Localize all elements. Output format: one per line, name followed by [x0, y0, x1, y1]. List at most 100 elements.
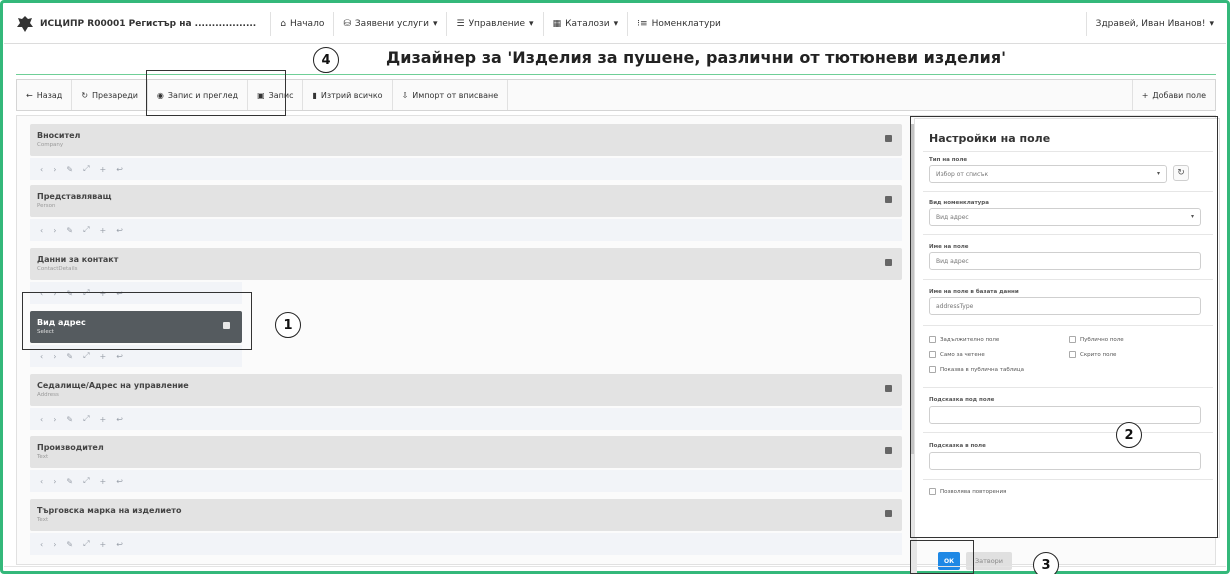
chevron-down-icon: ▾	[432, 18, 438, 29]
move-left-icon[interactable]: ‹	[40, 477, 43, 486]
add-icon[interactable]: +	[100, 477, 107, 486]
user-menu[interactable]: Здравей, Иван Иванов! ▾	[1085, 11, 1226, 36]
move-left-icon[interactable]: ‹	[40, 165, 43, 174]
reload-button[interactable]: ↻ Презареди	[72, 80, 148, 110]
newline-icon[interactable]: ↩	[116, 165, 123, 174]
resize-icon[interactable]: ⤢	[83, 539, 89, 549]
nav-item-management[interactable]: ☰ Управление ▾	[446, 11, 542, 36]
user-greeting: Здравей, Иван Иванов!	[1095, 18, 1206, 29]
brand-title[interactable]: ИСЦИПР R00001 Регистър на ..............…	[40, 19, 256, 29]
field-card[interactable]: Търговска марка на изделието Text	[30, 499, 902, 531]
nav-item-services[interactable]: ⛁ Заявени услуги ▾	[333, 11, 446, 36]
nav-label: Номенклатури	[651, 18, 721, 29]
settings-square-icon[interactable]	[885, 510, 892, 517]
list-icon: ☰	[456, 18, 465, 29]
field-tools: ‹ › ✎ ⤢ + ↩	[30, 219, 902, 241]
annotation-number-3: 3	[1033, 552, 1059, 574]
annotation-number-2: 2	[1116, 422, 1142, 448]
plus-icon: +	[1141, 90, 1149, 100]
edit-icon[interactable]: ✎	[66, 165, 73, 174]
settings-square-icon[interactable]	[885, 385, 892, 392]
add-icon[interactable]: +	[100, 352, 107, 361]
settings-square-icon[interactable]	[885, 135, 892, 142]
settings-square-icon[interactable]	[885, 196, 892, 203]
annotation-box-2	[910, 116, 1218, 538]
field-name: Търговска марка на изделието	[37, 506, 182, 515]
edit-icon[interactable]: ✎	[66, 540, 73, 549]
chevron-down-icon: ▾	[1209, 18, 1214, 29]
field-type: Text	[37, 454, 49, 460]
edit-icon[interactable]: ✎	[66, 226, 73, 235]
field-tools: ‹ › ✎ ⤢ + ↩	[30, 158, 902, 180]
resize-icon[interactable]: ⤢	[83, 351, 89, 361]
chevron-down-icon: ▾	[529, 18, 534, 29]
edit-icon[interactable]: ✎	[66, 477, 73, 486]
resize-icon[interactable]: ⤢	[83, 164, 89, 174]
move-right-icon[interactable]: ›	[53, 540, 56, 549]
move-right-icon[interactable]: ›	[53, 165, 56, 174]
newline-icon[interactable]: ↩	[116, 540, 123, 549]
field-name: Данни за контакт	[37, 255, 119, 264]
arrow-left-icon: ←	[26, 90, 33, 100]
table-icon: ▦	[552, 18, 562, 29]
reload-icon: ↻	[81, 90, 89, 100]
move-right-icon[interactable]: ›	[53, 477, 56, 486]
annotation-box-1	[22, 292, 252, 350]
nav-item-home[interactable]: ⌂ Начало	[270, 11, 333, 36]
field-card[interactable]: Вносител Company	[30, 124, 902, 156]
import-button[interactable]: ⇩ Импорт от вписване	[393, 80, 509, 110]
move-left-icon[interactable]: ‹	[40, 352, 43, 361]
move-right-icon[interactable]: ›	[53, 226, 56, 235]
add-icon[interactable]: +	[100, 165, 107, 174]
import-label: Импорт от вписване	[412, 90, 499, 100]
move-left-icon[interactable]: ‹	[40, 415, 43, 424]
field-name: Вносител	[37, 131, 81, 140]
field-card[interactable]: Производител Text	[30, 436, 902, 468]
newline-icon[interactable]: ↩	[116, 226, 123, 235]
add-field-label: Добави поле	[1152, 90, 1206, 100]
back-label: Назад	[36, 90, 63, 100]
settings-square-icon[interactable]	[885, 447, 892, 454]
back-button[interactable]: ← Назад	[17, 80, 73, 110]
move-right-icon[interactable]: ›	[53, 415, 56, 424]
coat-of-arms-logo[interactable]	[16, 15, 34, 33]
annotation-box-3	[910, 540, 974, 574]
annotation-box-4	[146, 70, 286, 116]
move-right-icon[interactable]: ›	[53, 352, 56, 361]
nav-label: Начало	[289, 18, 325, 29]
move-left-icon[interactable]: ‹	[40, 540, 43, 549]
edit-icon[interactable]: ✎	[66, 352, 73, 361]
settings-square-icon[interactable]	[885, 259, 892, 266]
field-tools: ‹ › ✎ ⤢ + ↩	[30, 408, 902, 430]
home-icon: ⌂	[280, 18, 286, 29]
resize-icon[interactable]: ⤢	[83, 476, 89, 486]
add-icon[interactable]: +	[100, 540, 107, 549]
resize-icon[interactable]: ⤢	[83, 225, 89, 235]
reload-label: Презареди	[92, 90, 138, 100]
delete-all-button[interactable]: ▮ Изтрий всичко	[303, 80, 393, 110]
newline-icon[interactable]: ↩	[116, 477, 123, 486]
edit-icon[interactable]: ✎	[66, 415, 73, 424]
annotation-number-4: 4	[313, 47, 339, 73]
field-type: ContactDetails	[37, 266, 78, 272]
field-card[interactable]: Седалище/Адрес на управление Address	[30, 374, 902, 406]
field-tools: ‹ › ✎ ⤢ + ↩	[30, 533, 902, 555]
field-type: Person	[37, 203, 56, 209]
annotation-number-1: 1	[275, 312, 301, 338]
nav-item-catalogs[interactable]: ▦ Каталози ▾	[542, 11, 628, 36]
field-card[interactable]: Данни за контакт ContactDetails	[30, 248, 902, 280]
add-field-button[interactable]: + Добави поле	[1131, 80, 1215, 110]
move-left-icon[interactable]: ‹	[40, 226, 43, 235]
chevron-down-icon: ▾	[613, 18, 619, 29]
field-name: Седалище/Адрес на управление	[37, 381, 189, 390]
resize-icon[interactable]: ⤢	[83, 414, 89, 424]
database-icon: ⛁	[343, 18, 351, 29]
add-icon[interactable]: +	[100, 226, 107, 235]
newline-icon[interactable]: ↩	[116, 415, 123, 424]
field-card[interactable]: Представляващ Person	[30, 185, 902, 217]
top-navbar: ИСЦИПР R00001 Регистър на ..............…	[4, 4, 1226, 44]
field-name: Представляващ	[37, 192, 112, 201]
add-icon[interactable]: +	[100, 415, 107, 424]
nav-item-nomenclatures[interactable]: ⁝≡ Номенклатури	[627, 11, 730, 36]
newline-icon[interactable]: ↩	[116, 352, 123, 361]
